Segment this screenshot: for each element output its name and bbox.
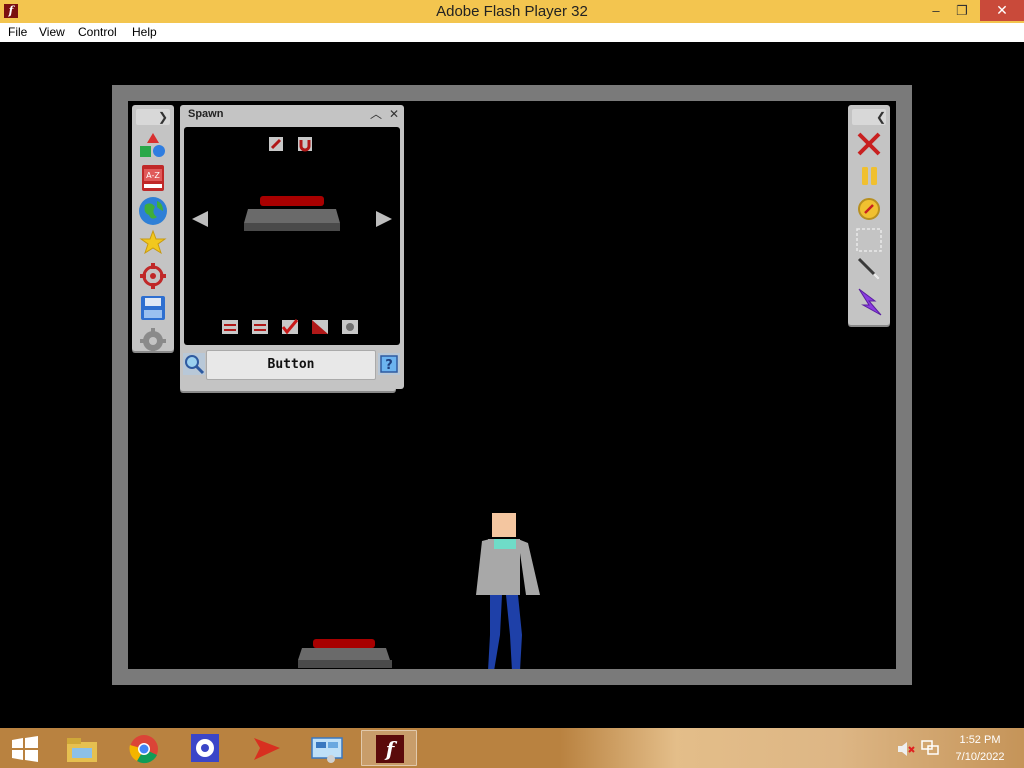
menu-control[interactable]: Control [78,25,117,39]
volume-muted-icon[interactable] [897,742,915,756]
arrow-right-icon[interactable] [376,211,392,227]
spawned-button-object[interactable] [296,636,396,669]
magnify-icon[interactable] [183,353,205,375]
menu-bar: File View Control Help [0,23,1024,42]
menu-help[interactable]: Help [132,25,157,39]
left-tool-icons: A-Z [139,133,167,353]
shapes-icon[interactable] [140,133,165,157]
globe-icon[interactable] [139,197,167,225]
clock-time[interactable]: 1:52 PM [950,734,1010,746]
chevron-right-icon: ❯ [158,110,169,124]
menu-file[interactable]: File [8,25,27,39]
collapse-panel-button[interactable]: ︿ [369,107,383,121]
left-toolbar-toggle[interactable]: ❯ [136,109,170,125]
help-icon[interactable]: ? [378,353,400,375]
taskbar-flash-player[interactable]: f [361,730,417,766]
svg-text:A-Z: A-Z [146,171,160,180]
chrome-icon [129,735,158,764]
button-item-preview [244,196,340,231]
control-panel-icon [311,737,343,763]
chevron-left-icon: ❮ [876,110,887,124]
settings-gear-icon [191,734,219,762]
pause-icon[interactable] [862,167,877,185]
taskbar-paper-plane-app[interactable] [238,730,294,766]
left-toolbar: ❯ A-Z [132,105,174,353]
network-icon[interactable] [921,740,939,756]
flash-player-icon: f [376,735,404,763]
half-square-icon[interactable] [312,320,328,334]
gear-box-icon[interactable] [342,320,358,334]
taskbar-control-panel[interactable] [299,730,355,766]
right-tool-icons [856,132,882,316]
windows-start-icon[interactable] [12,736,38,762]
paper-plane-icon [254,738,280,760]
wrench-icon[interactable] [269,137,283,151]
compass-icon[interactable] [858,198,880,220]
taskbar-settings[interactable] [177,730,233,766]
game-stage[interactable]: ❯ A-Z Spawn ︿ ✕ Button ? ❮ [128,101,896,669]
menu-view[interactable]: View [39,25,65,39]
ragdoll-collar [494,539,516,549]
spawn-panel-title: Spawn [188,108,224,120]
save-disk-icon[interactable] [141,296,165,320]
ragdoll-right-arm [518,539,540,595]
ragdoll-right-leg [506,595,522,669]
spawn-item-name: Button [206,350,376,380]
spawn-panel: Spawn ︿ ✕ Button ? [180,105,404,389]
select-box-icon[interactable] [856,228,882,252]
taskbar-chrome[interactable] [116,730,172,766]
wand-icon[interactable] [857,257,881,281]
magnet-icon[interactable] [298,137,312,152]
taskbar: f 1:52 PM 7/10/2022 [0,728,1024,768]
restore-button[interactable]: ❐ [949,0,975,21]
minimize-button[interactable]: – [924,0,948,21]
check-icon[interactable] [281,319,299,335]
ragdoll-head [492,513,516,537]
right-toolbar-toggle[interactable]: ❮ [852,109,886,125]
close-window-button[interactable]: ✕ [980,0,1024,21]
right-toolbar: ❮ [848,105,890,325]
close-panel-button[interactable]: ✕ [387,107,401,121]
file-explorer-icon [67,738,97,762]
svg-text:?: ? [385,358,393,373]
clock-date[interactable]: 7/10/2022 [950,751,1010,763]
close-x-icon[interactable] [857,132,881,156]
ragdoll-character[interactable] [466,511,546,669]
lightning-icon[interactable] [858,288,882,316]
window-titlebar: f Adobe Flash Player 32 – ❐ ✕ [0,0,1024,23]
flip-horizontal-icon[interactable] [222,320,238,334]
spawn-panel-footer [180,381,396,391]
window-title: Adobe Flash Player 32 [436,3,588,20]
arrow-left-icon[interactable] [192,211,208,227]
ragdoll-left-leg [488,595,502,669]
target-icon[interactable] [140,263,166,289]
rotate-icon[interactable] [252,320,268,334]
star-icon[interactable] [139,229,167,255]
spawn-preview [184,127,400,345]
a-z-book-icon[interactable]: A-Z [142,165,164,191]
taskbar-file-explorer[interactable] [54,730,110,766]
gear-icon[interactable] [140,328,166,353]
